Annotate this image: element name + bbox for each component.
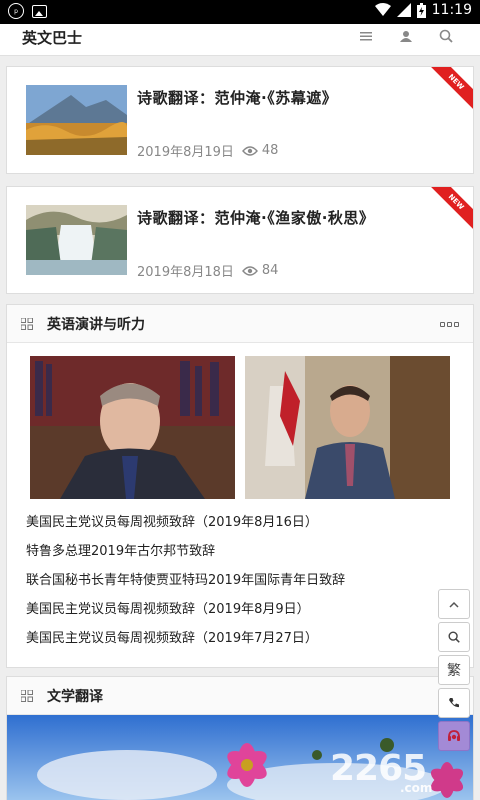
article-date: 2019年8月19日: [137, 145, 234, 160]
article-meta: 2019年8月18日 84: [137, 261, 278, 280]
article-title: 诗歌翻译：范仲淹·《渔家傲·秋思》: [137, 209, 375, 227]
article-card[interactable]: 诗歌翻译：范仲淹·《渔家傲·秋思》 2019年8月18日 84 NEW: [6, 186, 474, 294]
article-views: 48: [261, 143, 279, 158]
video-thumbnail[interactable]: [30, 356, 235, 499]
headset-icon: [448, 730, 460, 741]
section-title: 文学翻译: [47, 689, 103, 705]
article-card[interactable]: 诗歌翻译：范仲淹·《苏幕遮》 2019年8月19日 48 NEW: [6, 66, 474, 174]
list-item[interactable]: 美国民主党议员每周视频致辞（2019年8月9日）: [26, 600, 345, 629]
list-item[interactable]: 联合国秘书长青年特使贾亚特玛2019年国际青年日致辞: [26, 571, 345, 600]
article-meta: 2019年8月19日 48: [137, 141, 278, 160]
search-icon: [448, 631, 460, 643]
watermark-logo: 2265 .com: [330, 748, 433, 795]
app-notification-icon: p: [8, 3, 24, 19]
views-eye-icon: [241, 265, 258, 276]
search-icon[interactable]: [438, 28, 454, 44]
traditional-chinese-button[interactable]: 繁: [438, 655, 470, 685]
customer-service-button[interactable]: [438, 721, 470, 751]
speech-section: 英语演讲与听力 美国民主党议员每周视频致辞（2019年8月16日） 特鲁多总理2…: [6, 304, 474, 668]
section-title: 英语演讲与听力: [47, 317, 145, 333]
list-item[interactable]: 美国民主党议员每周视频致辞（2019年8月16日）: [26, 513, 345, 542]
list-item[interactable]: 特鲁多总理2019年古尔邦节致辞: [26, 542, 345, 571]
more-icon[interactable]: [440, 322, 459, 327]
scroll-top-button[interactable]: [438, 589, 470, 619]
news-list: 美国民主党议员每周视频致辞（2019年8月16日） 特鲁多总理2019年古尔邦节…: [26, 513, 345, 658]
menu-icon[interactable]: [358, 28, 374, 44]
signal-icon: [396, 3, 411, 17]
phone-icon: [449, 698, 459, 708]
traditional-label: 繁: [447, 663, 461, 679]
article-title: 诗歌翻译：范仲淹·《苏幕遮》: [137, 89, 338, 107]
app-header: 英文巴士: [0, 24, 480, 56]
new-badge: NEW: [426, 187, 473, 232]
phone-button[interactable]: [438, 688, 470, 718]
grid-icon: [21, 318, 33, 330]
video-thumbnail[interactable]: [245, 356, 450, 499]
views-eye-icon: [241, 145, 258, 156]
app-title: 英文巴士: [22, 29, 83, 47]
float-search-button[interactable]: [438, 622, 470, 652]
chevron-up-icon: [449, 601, 459, 608]
article-views: 84: [261, 263, 279, 278]
list-item[interactable]: 美国民主党议员每周视频致辞（2019年7月27日）: [26, 629, 345, 658]
article-date: 2019年8月18日: [137, 265, 234, 280]
article-thumbnail: [26, 85, 127, 155]
article-thumbnail: [26, 205, 127, 275]
image-notification-icon: [32, 4, 47, 18]
section-header: 英语演讲与听力: [7, 305, 473, 343]
clock: 11:19: [431, 2, 472, 18]
user-icon[interactable]: [398, 28, 414, 44]
grid-icon: [21, 690, 33, 702]
section-header: 文学翻译: [7, 677, 473, 715]
wifi-icon: [374, 3, 391, 16]
battery-charging-icon: [416, 2, 426, 18]
status-bar: p 11:19: [0, 0, 480, 24]
new-badge: NEW: [426, 67, 473, 112]
